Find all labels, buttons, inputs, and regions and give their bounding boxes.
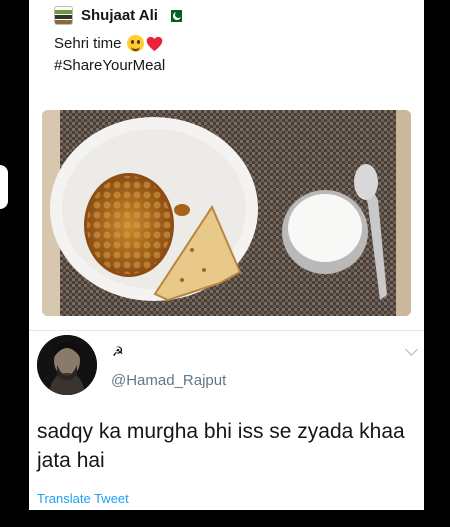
quoted-tweet-text: Sehri time bbox=[54, 35, 122, 52]
tweet-card: Shujaat Ali Sehri time #ShareYourMeal ☭ … bbox=[29, 0, 424, 510]
chevron-down-icon[interactable] bbox=[405, 343, 418, 356]
red-heart-icon bbox=[146, 36, 163, 52]
meal-photo[interactable] bbox=[42, 110, 411, 316]
reply-author-avatar[interactable] bbox=[37, 335, 97, 395]
translate-tweet-link[interactable]: Translate Tweet bbox=[37, 491, 129, 506]
smiling-face-icon bbox=[126, 35, 144, 52]
quoted-tweet-header: Shujaat Ali bbox=[54, 6, 182, 25]
hammer-and-sickle-icon: ☭ bbox=[112, 344, 124, 359]
reply-author-handle[interactable]: @Hamad_Rajput bbox=[111, 372, 226, 389]
reply-text: sadqy ka murgha bhi iss se zyada khaa ja… bbox=[37, 420, 405, 472]
quoted-author-name[interactable]: Shujaat Ali bbox=[81, 7, 158, 24]
pakistan-flag-icon bbox=[166, 9, 182, 22]
quoted-tweet-line1: Sehri time bbox=[54, 35, 163, 52]
divider bbox=[29, 330, 424, 331]
quoted-author-avatar[interactable] bbox=[54, 6, 73, 25]
quoted-tweet-hashtag[interactable]: #ShareYourMeal bbox=[54, 57, 165, 74]
left-edge-fragment bbox=[0, 165, 8, 209]
